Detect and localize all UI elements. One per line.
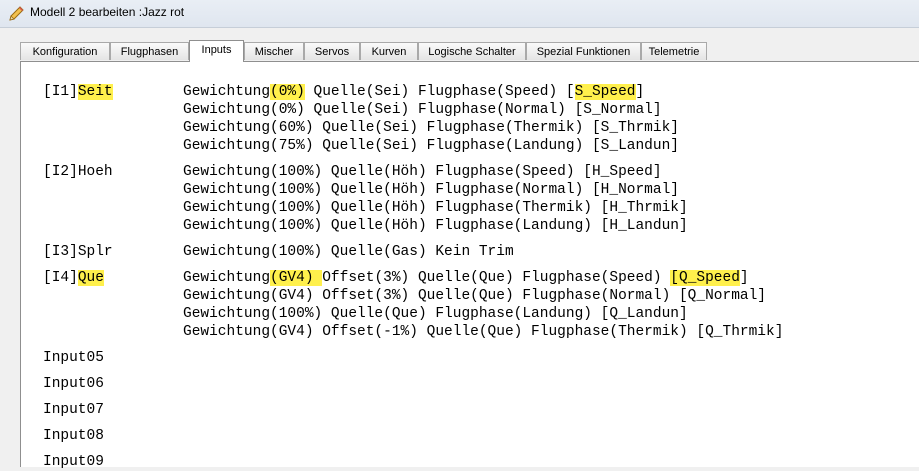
line-segment: Gewichtung(100%) Quelle(Höh) Flugphase(L… <box>183 218 688 234</box>
line-segment: Quelle(Sei) Flugphase(Speed) [ <box>304 84 575 100</box>
line-segment: Gewichtung(100%) Quelle(Höh) Flugphase(T… <box>183 200 688 216</box>
tab-mischer[interactable]: Mischer <box>244 42 304 60</box>
input-line-text: Gewichtung(GV4) Offset(-1%) Quelle(Que) … <box>183 323 783 341</box>
inputs-panel: [I1]Seit Gewichtung(0%) Quelle(Sei) Flugp… <box>20 61 919 470</box>
highlighted-segment: (0%) <box>270 84 305 100</box>
input-line-text: Gewichtung(75%) Quelle(Sei) Flugphase(La… <box>183 137 679 155</box>
line-segment: Gewichtung(60%) Quelle(Sei) Flugphase(Th… <box>183 120 679 136</box>
tab-telemetrie[interactable]: Telemetrie <box>641 42 707 60</box>
input-line-text: Gewichtung(GV4) Offset(3%) Quelle(Que) F… <box>183 269 749 287</box>
input-line-empty[interactable]: Input07 <box>43 401 104 419</box>
line-segment: Gewichtung <box>183 84 271 100</box>
input-label-name: Que <box>77 270 104 286</box>
line-segment: Gewichtung(0%) Quelle(Sei) Flugphase(Nor… <box>183 102 662 118</box>
input-label-name: Seit <box>77 84 113 100</box>
line-segment: Gewichtung <box>183 270 271 286</box>
input-line-text: Gewichtung(60%) Quelle(Sei) Flugphase(Th… <box>183 119 679 137</box>
input-line-text: Gewichtung(100%) Quelle(Höh) Flugphase(T… <box>183 199 688 217</box>
input-label-prefix: [I3] <box>43 244 78 260</box>
input-empty-label: Input07 <box>43 402 104 418</box>
highlighted-segment: (GV4) <box>270 270 323 286</box>
line-segment: Gewichtung(GV4) Offset(3%) Quelle(Que) F… <box>183 288 766 304</box>
input-label: [I2]Hoeh <box>43 163 113 181</box>
input-label-prefix: [I2] <box>43 164 78 180</box>
input-line-text: Gewichtung(0%) Quelle(Sei) Flugphase(Spe… <box>183 83 644 101</box>
input-empty-label: Input05 <box>43 350 104 366</box>
pencil-icon <box>9 6 24 21</box>
input-empty-label: Input06 <box>43 376 104 392</box>
line-segment: Gewichtung(100%) Quelle(Höh) Flugphase(N… <box>183 182 679 198</box>
input-line-empty[interactable]: Input08 <box>43 427 104 445</box>
tab-kurven[interactable]: Kurven <box>360 42 418 60</box>
input-line-text: Gewichtung(100%) Quelle(Höh) Flugphase(N… <box>183 181 679 199</box>
tab-inputs[interactable]: Inputs <box>189 40 244 62</box>
input-label: [I1]Seit <box>43 83 113 101</box>
highlighted-segment: S_Speed <box>574 84 636 100</box>
input-label-name: Hoeh <box>77 164 113 180</box>
line-segment: Gewichtung(GV4) Offset(-1%) Quelle(Que) … <box>183 324 784 340</box>
highlighted-segment: [Q_Speed <box>670 270 740 286</box>
tab-konfiguration[interactable]: Konfiguration <box>20 42 110 60</box>
input-line-text: Gewichtung(100%) Quelle(Höh) Flugphase(L… <box>183 217 688 235</box>
input-label-prefix: [I4] <box>43 270 78 286</box>
line-segment: ] <box>739 270 749 286</box>
tab-flugphasen[interactable]: Flugphasen <box>110 42 189 60</box>
input-line-text: Gewichtung(100%) Quelle(Gas) Kein Trim <box>183 243 514 261</box>
line-segment: ] <box>635 84 645 100</box>
tab-spezial-funktionen[interactable]: Spezial Funktionen <box>526 42 641 60</box>
line-segment: Gewichtung(100%) Quelle(Gas) Kein Trim <box>183 244 514 260</box>
line-segment: Gewichtung(100%) Quelle(Höh) Flugphase(S… <box>183 164 662 180</box>
input-line-text: Gewichtung(GV4) Offset(3%) Quelle(Que) F… <box>183 287 766 305</box>
input-line-text: Gewichtung(0%) Quelle(Sei) Flugphase(Nor… <box>183 101 662 119</box>
input-label-prefix: [I1] <box>43 84 78 100</box>
tab-servos[interactable]: Servos <box>304 42 360 60</box>
input-line-empty[interactable]: Input09 <box>43 453 104 471</box>
line-segment: Gewichtung(75%) Quelle(Sei) Flugphase(La… <box>183 138 679 154</box>
input-label: [I3]Splr <box>43 243 113 261</box>
input-label: [I4]Que <box>43 269 104 287</box>
tab-bar: Konfiguration Flugphasen Inputs Mischer Serv… <box>20 40 919 62</box>
tab-logische-schalter[interactable]: Logische Schalter <box>418 42 526 60</box>
input-label-name: Splr <box>77 244 113 260</box>
input-line-empty[interactable]: Input05 <box>43 349 104 367</box>
input-line-empty[interactable]: Input06 <box>43 375 104 393</box>
window-title: Modell 2 bearbeiten :Jazz rot <box>30 5 185 19</box>
line-segment: Gewichtung(100%) Quelle(Que) Flugphase(L… <box>183 306 688 322</box>
input-line-text: Gewichtung(100%) Quelle(Que) Flugphase(L… <box>183 305 688 323</box>
input-empty-label: Input09 <box>43 454 104 470</box>
input-line-text: Gewichtung(100%) Quelle(Höh) Flugphase(S… <box>183 163 662 181</box>
line-segment: Offset(3%) Quelle(Que) Flugphase(Speed) <box>322 270 671 286</box>
title-bar: Modell 2 bearbeiten :Jazz rot <box>0 0 919 28</box>
input-empty-label: Input08 <box>43 428 104 444</box>
